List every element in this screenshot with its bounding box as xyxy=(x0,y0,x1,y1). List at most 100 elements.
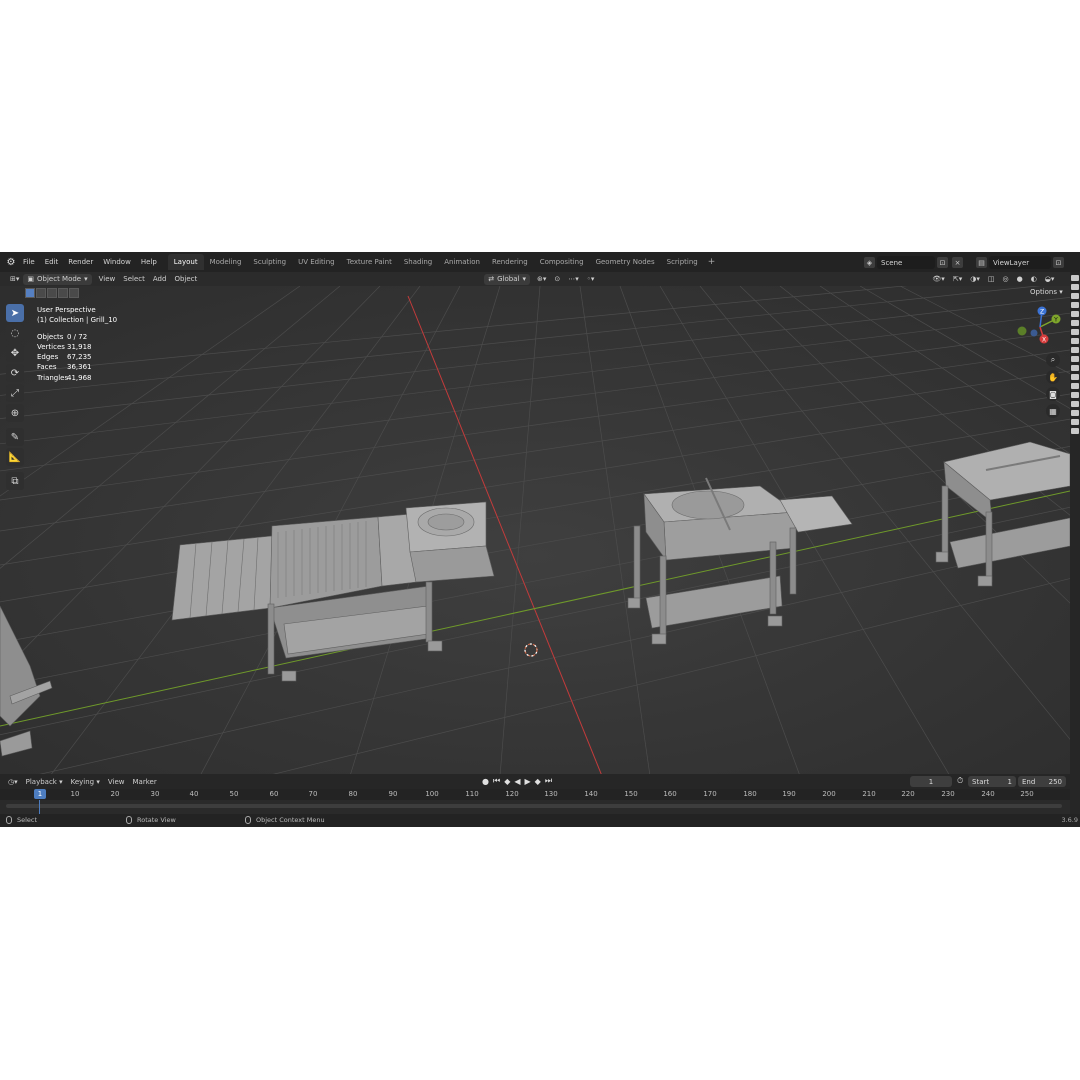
select-intersect-icon[interactable] xyxy=(69,288,79,298)
gizmo-toggle-icon[interactable]: ⇱▾ xyxy=(949,274,966,285)
menu-window[interactable]: Window xyxy=(98,252,136,272)
menu-help[interactable]: Help xyxy=(136,252,162,272)
camera-icon[interactable] xyxy=(1071,419,1079,425)
start-frame-field[interactable]: Start 1 xyxy=(968,776,1016,787)
view-layer-selector[interactable]: ▤ ViewLayer ⊡ xyxy=(974,256,1078,269)
jump-start-icon[interactable]: ⏮ xyxy=(493,776,500,786)
current-frame-indicator[interactable]: 1 xyxy=(34,789,46,799)
snapping-icon[interactable]: ⋯▾ xyxy=(564,274,583,285)
camera-icon[interactable] xyxy=(1071,284,1079,290)
camera-icon[interactable] xyxy=(1071,311,1079,317)
timeline-menu-playback[interactable]: Playback ▾ xyxy=(22,776,67,787)
pin-icon[interactable]: ⊡ xyxy=(937,257,948,268)
camera-icon[interactable] xyxy=(1071,401,1079,407)
camera-icon[interactable] xyxy=(1071,383,1079,389)
tab-compositing[interactable]: Compositing xyxy=(534,254,590,270)
stopwatch-icon[interactable]: ⏱ xyxy=(957,776,963,786)
3d-viewport[interactable]: ➤ ◌ ✥ ⟳ ⤢ ⊕ ✎ 📐 ⧉ User Perspective (1) C… xyxy=(0,286,1070,776)
scene-selector[interactable]: ◈ Scene ⊡ × xyxy=(862,256,970,269)
tab-scripting[interactable]: Scripting xyxy=(661,254,704,270)
view-layer-field[interactable]: ViewLayer xyxy=(989,256,1051,269)
rotate-tool-icon[interactable]: ⟳ xyxy=(6,364,24,382)
menu-render[interactable]: Render xyxy=(63,252,98,272)
camera-icon[interactable] xyxy=(1071,428,1079,434)
mode-dropdown[interactable]: ▣ Object Mode ▾ xyxy=(23,273,92,285)
shading-material-icon[interactable]: ◐ xyxy=(1027,274,1041,285)
camera-icon[interactable] xyxy=(1071,293,1079,299)
clock-icon[interactable]: ◷▾ xyxy=(4,776,22,787)
tab-uv-editing[interactable]: UV Editing xyxy=(292,254,341,270)
timeline-ruler[interactable]: 1 10 20 30 40 50 60 70 80 90 100 110 120… xyxy=(0,789,1070,800)
camera-icon[interactable] xyxy=(1071,329,1079,335)
add-workspace-button[interactable]: + xyxy=(704,257,720,267)
menu-select[interactable]: Select xyxy=(119,274,149,285)
proportional-edit-icon[interactable]: ◦▾ xyxy=(583,274,599,285)
camera-icon[interactable] xyxy=(1071,275,1079,281)
scale-tool-icon[interactable]: ⤢ xyxy=(6,384,24,402)
editor-type-icon[interactable]: ⊞▾ xyxy=(6,274,23,285)
select-box-icon[interactable]: ➤ xyxy=(6,304,24,322)
measure-tool-icon[interactable]: 📐 xyxy=(6,448,24,466)
transform-tool-icon[interactable]: ⊕ xyxy=(6,404,24,422)
select-subtract-icon[interactable] xyxy=(47,288,57,298)
close-icon[interactable]: × xyxy=(952,257,963,268)
overlay-toggle-icon[interactable]: ◑▾ xyxy=(966,274,984,285)
prev-keyframe-icon[interactable]: ◆ xyxy=(504,777,510,786)
visibility-icon[interactable]: 👁▾ xyxy=(928,274,948,285)
camera-icon[interactable] xyxy=(1071,302,1079,308)
menu-view[interactable]: View xyxy=(95,274,120,285)
camera-icon[interactable] xyxy=(1071,392,1079,398)
current-frame-field[interactable]: 1 xyxy=(910,776,952,787)
tab-geometry-nodes[interactable]: Geometry Nodes xyxy=(590,254,661,270)
camera-icon[interactable] xyxy=(1071,338,1079,344)
zoom-icon[interactable]: ⌕ xyxy=(1046,353,1060,367)
add-cube-tool-icon[interactable]: ⧉ xyxy=(6,472,24,490)
pan-hand-icon[interactable]: ✋ xyxy=(1046,370,1060,384)
options-dropdown[interactable]: Options ▾ xyxy=(1030,288,1063,296)
camera-icon[interactable] xyxy=(1071,356,1079,362)
tab-shading[interactable]: Shading xyxy=(398,254,438,270)
timeline-menu-marker[interactable]: Marker xyxy=(129,776,161,787)
camera-icon[interactable] xyxy=(1071,320,1079,326)
tab-rendering[interactable]: Rendering xyxy=(486,254,534,270)
menu-object[interactable]: Object xyxy=(170,274,201,285)
tab-modeling[interactable]: Modeling xyxy=(204,254,248,270)
timeline-menu-view[interactable]: View xyxy=(104,776,129,787)
jump-end-icon[interactable]: ⏭ xyxy=(545,776,552,786)
record-icon[interactable]: ● xyxy=(482,777,489,786)
menu-edit[interactable]: Edit xyxy=(40,252,64,272)
copy-icon[interactable]: ⊡ xyxy=(1053,257,1064,268)
camera-icon[interactable] xyxy=(1071,365,1079,371)
move-tool-icon[interactable]: ✥ xyxy=(6,344,24,362)
navigation-gizmo[interactable]: Y Z X xyxy=(1012,305,1064,349)
shading-rendered-icon[interactable]: ◒▾ xyxy=(1041,274,1059,285)
tab-texture-paint[interactable]: Texture Paint xyxy=(341,254,398,270)
camera-view-icon[interactable]: ◙ xyxy=(1046,387,1060,401)
tab-layout[interactable]: Layout xyxy=(167,254,204,270)
shading-wireframe-icon[interactable]: ◎ xyxy=(998,274,1012,285)
next-keyframe-icon[interactable]: ◆ xyxy=(535,777,541,786)
end-frame-field[interactable]: End 250 xyxy=(1018,776,1066,787)
select-invert-icon[interactable] xyxy=(58,288,68,298)
camera-icon[interactable] xyxy=(1071,410,1079,416)
transform-orientation-dropdown[interactable]: ⇄ Global ▾ xyxy=(484,273,530,285)
cursor-tool-icon[interactable]: ◌ xyxy=(6,324,24,342)
annotate-tool-icon[interactable]: ✎ xyxy=(6,428,24,446)
shading-solid-icon[interactable]: ● xyxy=(1013,274,1027,285)
timeline-menu-keying[interactable]: Keying ▾ xyxy=(67,776,104,787)
tab-sculpting[interactable]: Sculpting xyxy=(247,254,292,270)
snap-icon[interactable]: ⊙ xyxy=(550,274,564,285)
playhead-line[interactable] xyxy=(39,800,40,814)
play-reverse-icon[interactable]: ◀ xyxy=(514,777,520,786)
scene-name-field[interactable]: Scene xyxy=(877,256,935,269)
menu-add[interactable]: Add xyxy=(149,274,171,285)
timeline-scrollbar[interactable] xyxy=(6,804,1062,808)
pivot-icon[interactable]: ⊛▾ xyxy=(533,274,550,285)
perspective-grid-icon[interactable]: ▦ xyxy=(1046,404,1060,418)
camera-icon[interactable] xyxy=(1071,347,1079,353)
select-new-icon[interactable] xyxy=(25,288,35,298)
play-icon[interactable]: ▶ xyxy=(525,777,531,786)
blender-logo-icon[interactable]: ⚙ xyxy=(4,255,18,269)
camera-icon[interactable] xyxy=(1071,374,1079,380)
xray-icon[interactable]: ◫ xyxy=(984,274,999,285)
